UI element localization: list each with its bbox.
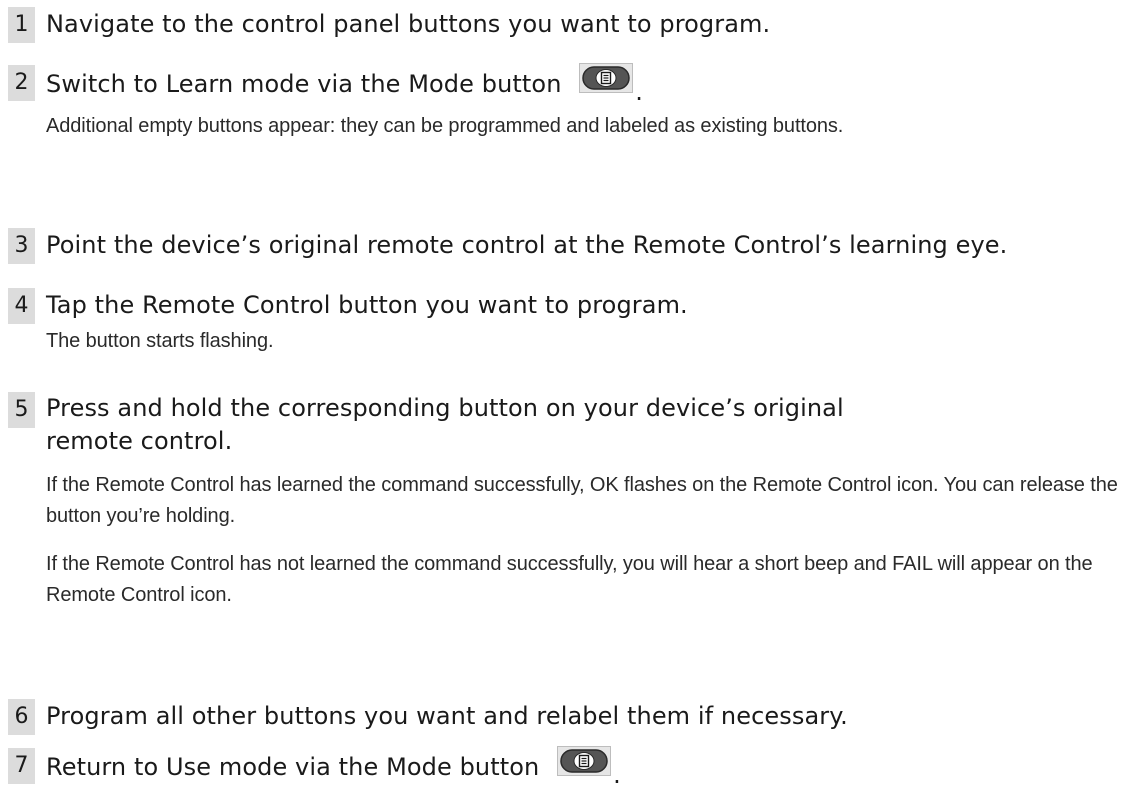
step-title: Navigate to the control panel buttons yo…	[46, 10, 771, 38]
step-6: 6 Program all other buttons you want and…	[8, 699, 1138, 735]
step-4-head: 4 Tap the Remote Control button you want…	[8, 288, 1138, 324]
mode-button-icon	[557, 746, 612, 786]
step-title: Press and hold the corresponding button …	[46, 394, 844, 455]
step-body: If the Remote Control has learned the co…	[46, 470, 1138, 611]
step-number: 6	[8, 699, 35, 735]
step-3: 3 Point the device’s original remote con…	[8, 228, 1138, 264]
step-7: 7 Return to Use mode via the Mode button…	[8, 746, 1138, 789]
step-5-head: 5 Press and hold the corresponding butto…	[8, 392, 1138, 458]
mode-button-icon	[579, 63, 634, 103]
step-paragraph: The button starts flashing.	[46, 330, 274, 352]
step-number: 7	[8, 748, 35, 784]
step-number: 4	[8, 288, 35, 324]
step-number: 5	[8, 392, 35, 428]
step-title: Point the device’s original remote contr…	[46, 231, 1008, 259]
step-5: 5 Press and hold the corresponding butto…	[8, 392, 1138, 611]
step-title: Switch to Learn mode via the Mode button	[46, 70, 562, 98]
step-paragraph: Additional empty buttons appear: they ca…	[46, 115, 844, 137]
step-body: The button starts flashing.	[46, 326, 1138, 357]
step-title: Program all other buttons you want and r…	[46, 702, 848, 730]
step-number: 1	[8, 7, 35, 43]
title-period: .	[613, 761, 621, 789]
step-2-head: 2 Switch to Learn mode via the Mode butt…	[8, 63, 1138, 106]
step-2: 2 Switch to Learn mode via the Mode butt…	[8, 63, 1138, 142]
step-paragraph: If the Remote Control has not learned th…	[46, 553, 1093, 606]
step-6-head: 6 Program all other buttons you want and…	[8, 699, 1138, 735]
step-body: Additional empty buttons appear: they ca…	[46, 111, 1138, 142]
step-1: 1 Navigate to the control panel buttons …	[8, 7, 1138, 43]
title-period: .	[635, 78, 643, 106]
step-1-head: 1 Navigate to the control panel buttons …	[8, 7, 1138, 43]
step-title: Return to Use mode via the Mode button	[46, 753, 540, 781]
step-4: 4 Tap the Remote Control button you want…	[8, 288, 1138, 357]
step-paragraph: If the Remote Control has learned the co…	[46, 474, 1118, 527]
step-number: 2	[8, 65, 35, 101]
step-number: 3	[8, 228, 35, 264]
step-title-wrap: Switch to Learn mode via the Mode button…	[46, 63, 643, 106]
step-title-wrap: Return to Use mode via the Mode button .	[46, 746, 621, 789]
step-7-head: 7 Return to Use mode via the Mode button…	[8, 746, 1138, 789]
step-3-head: 3 Point the device’s original remote con…	[8, 228, 1138, 264]
step-title: Tap the Remote Control button you want t…	[46, 291, 688, 319]
